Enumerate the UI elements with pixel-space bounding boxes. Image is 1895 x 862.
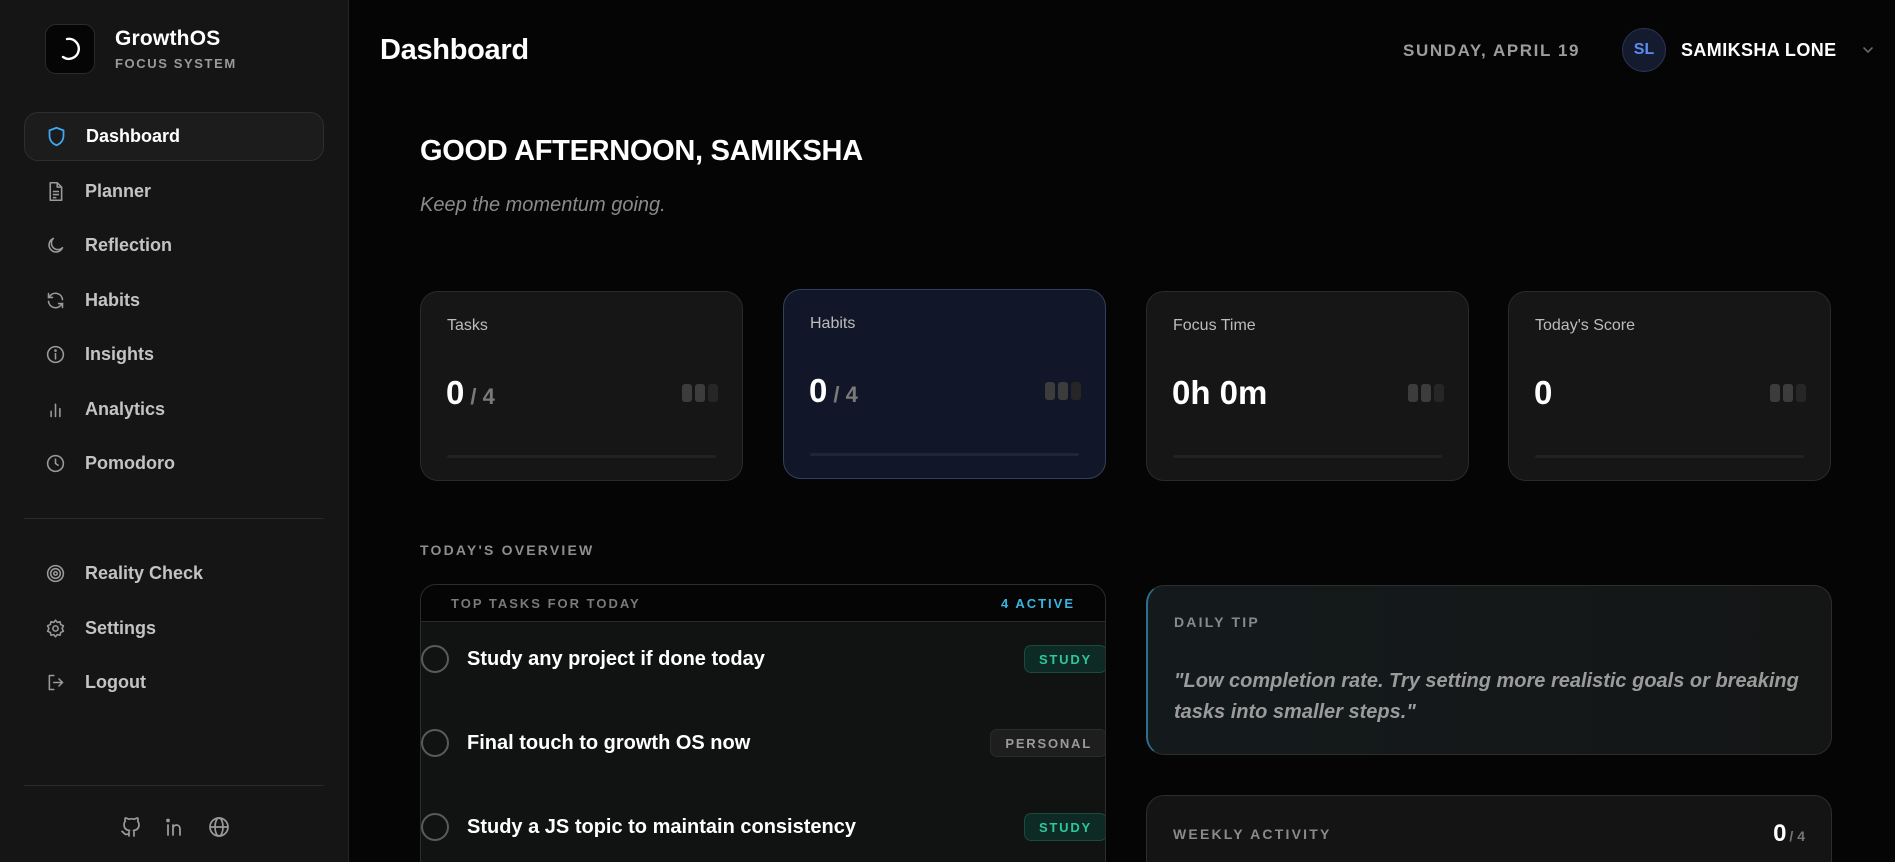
user-menu[interactable]: SL SAMIKSHA LONE [1622, 28, 1875, 72]
nav-item-reality-check[interactable]: Reality Check [24, 549, 324, 598]
top-tasks-panel: TOP TASKS FOR TODAY 4 ACTIVE Study any p… [420, 584, 1106, 862]
chevron-down-icon [1862, 47, 1873, 54]
nav-item-settings[interactable]: Settings [24, 604, 324, 653]
nav-item-dashboard[interactable]: Dashboard [24, 112, 324, 161]
nav-item-reflection[interactable]: Reflection [24, 221, 324, 270]
task-row[interactable]: Study a JS topic to maintain consistency… [421, 807, 1105, 847]
stat-label: Focus Time [1173, 317, 1256, 334]
task-title: Study a JS topic to maintain consistency [467, 815, 856, 838]
nav-divider [24, 785, 324, 786]
stat-label: Habits [810, 315, 856, 332]
shield-icon [45, 126, 67, 148]
tasks-active-count: 4 ACTIVE [1000, 595, 1075, 611]
stat-bars-icon [1408, 384, 1444, 402]
task-checkbox[interactable] [421, 729, 449, 757]
refresh-icon [44, 289, 66, 311]
nav-item-label: Dashboard [86, 126, 181, 146]
nav-item-label: Reflection [85, 235, 173, 255]
weekly-activity-label: WEEKLY ACTIVITY [1173, 826, 1332, 842]
stat-progress-track [447, 455, 716, 458]
section-label-overview: TODAY'S OVERVIEW [420, 542, 595, 558]
stat-bars-icon [682, 384, 718, 402]
nav-item-label: Pomodoro [85, 453, 175, 473]
task-row[interactable]: Final touch to growth OS now PERSONAL [421, 723, 1105, 763]
task-tag: PERSONAL [990, 729, 1105, 757]
task-tag: STUDY [1023, 813, 1105, 841]
nav-item-insights[interactable]: Insights [24, 330, 324, 379]
task-row[interactable]: Study any project if done today STUDY [421, 639, 1105, 679]
stat-card-tasks[interactable]: Tasks 0/ 4 [420, 291, 743, 481]
brand-logo [45, 24, 95, 74]
stat-bars-icon [1770, 384, 1806, 402]
bar-chart-icon [44, 398, 66, 420]
nav-item-label: Analytics [85, 398, 166, 419]
stat-value: 0 [1534, 374, 1553, 411]
avatar: SL [1622, 28, 1666, 72]
task-tag: STUDY [1023, 645, 1105, 673]
tasks-panel-title: TOP TASKS FOR TODAY [451, 595, 641, 611]
logout-icon [44, 672, 66, 694]
github-icon[interactable] [116, 812, 146, 842]
greeting-title: GOOD AFTERNOON, SAMIKSHA [420, 135, 863, 167]
page-title: Dashboard [380, 34, 529, 66]
user-name: SAMIKSHA LONE [1681, 39, 1837, 60]
greeting-subtitle: Keep the momentum going. [420, 194, 666, 216]
nav-item-planner[interactable]: Planner [24, 167, 324, 216]
stat-card-habits[interactable]: Habits 0/ 4 [783, 289, 1106, 479]
nav-item-logout[interactable]: Logout [24, 658, 324, 707]
task-title: Final touch to growth OS now [467, 731, 751, 754]
daily-tip-card: DAILY TIP "Low completion rate. Try sett… [1146, 585, 1832, 755]
header-date: SUNDAY, APRIL 19 [1403, 41, 1581, 60]
nav-item-pomodoro[interactable]: Pomodoro [24, 439, 324, 488]
nav-item-label: Insights [85, 344, 155, 364]
weekly-activity-card: WEEKLY ACTIVITY 0/ 4 [1146, 795, 1832, 862]
gear-icon [44, 617, 66, 639]
daily-tip-text: "Low completion rate. Try setting more r… [1174, 670, 1799, 723]
stat-value: 0h 0m [1172, 374, 1268, 411]
stat-label: Today's Score [1535, 317, 1635, 334]
document-icon [44, 180, 66, 202]
nav-item-analytics[interactable]: Analytics [24, 385, 324, 434]
globe-icon[interactable] [204, 812, 234, 842]
stat-total: / 4 [470, 384, 495, 409]
nav-item-label: Habits [85, 289, 141, 310]
brand-subtitle: FOCUS SYSTEM [115, 56, 237, 71]
stat-progress-track [810, 453, 1079, 456]
nav-item-label: Logout [85, 672, 146, 692]
logo-arc-icon [61, 37, 80, 60]
clock-icon [44, 453, 66, 475]
main-nav: Dashboard Planner Reflection Habits Insi… [24, 112, 324, 494]
nav-item-label: Reality Check [85, 563, 204, 583]
stat-value: 0/ 4 [446, 374, 495, 411]
task-checkbox[interactable] [421, 645, 449, 673]
stat-progress-track [1173, 455, 1442, 458]
info-icon [44, 344, 66, 366]
nav-item-label: Planner [85, 180, 152, 201]
stat-total: / 4 [833, 382, 858, 407]
nav-divider [24, 518, 324, 519]
task-checkbox[interactable] [421, 813, 449, 841]
nav-item-habits[interactable]: Habits [24, 276, 324, 325]
stat-card-focus-time[interactable]: Focus Time 0h 0m [1146, 291, 1469, 481]
linkedin-icon[interactable] [160, 812, 190, 842]
sidebar: GrowthOS FOCUS SYSTEM Dashboard Planner … [0, 0, 349, 862]
secondary-nav: Reality Check Settings Logout [24, 549, 324, 713]
moon-icon [44, 235, 66, 257]
brand[interactable]: GrowthOS FOCUS SYSTEM [45, 24, 237, 74]
weekly-activity-total: / 4 [1789, 828, 1805, 844]
target-icon [44, 563, 66, 585]
brand-name: GrowthOS [115, 27, 221, 50]
daily-tip-label: DAILY TIP [1174, 614, 1260, 630]
social-links [0, 812, 349, 842]
nav-item-label: Settings [85, 617, 157, 638]
stat-value: 0/ 4 [809, 372, 858, 409]
stat-card-score[interactable]: Today's Score 0 [1508, 291, 1831, 481]
stat-bars-icon [1045, 382, 1081, 400]
task-title: Study any project if done today [467, 647, 765, 670]
stat-progress-track [1535, 455, 1804, 458]
weekly-activity-value: 0/ 4 [1773, 820, 1805, 847]
tasks-panel-header: TOP TASKS FOR TODAY 4 ACTIVE [421, 585, 1105, 622]
stat-label: Tasks [447, 317, 488, 334]
